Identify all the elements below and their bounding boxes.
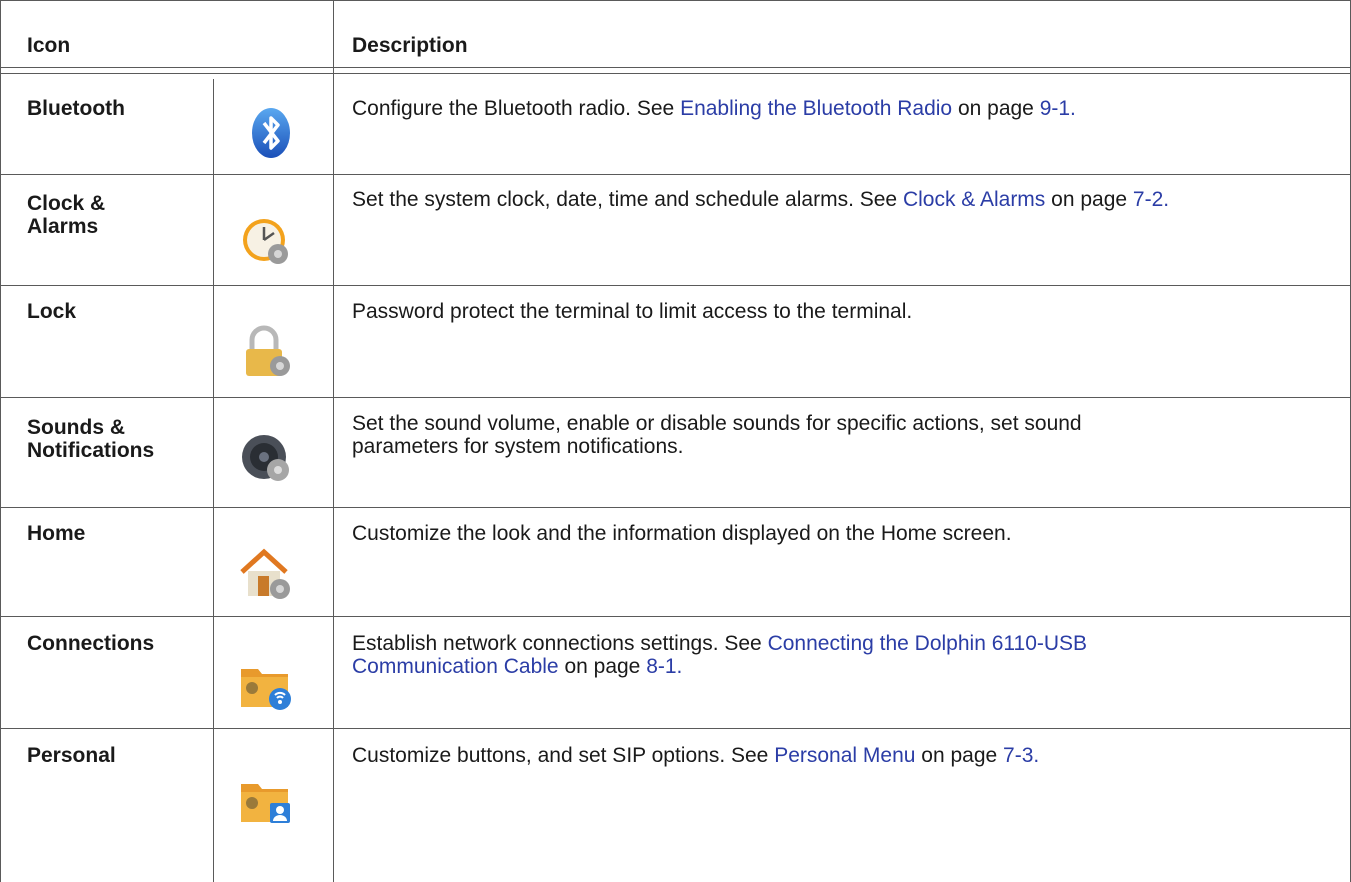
link-enabling-bluetooth-radio[interactable]: Enabling the Bluetooth Radio: [680, 97, 952, 120]
link-communication-cable[interactable]: Communication Cable: [352, 655, 559, 678]
header-rule-double: [0, 73, 1351, 74]
row-desc-lock: Password protect the terminal to limit a…: [352, 300, 913, 323]
column-divider: [333, 0, 334, 882]
row-name-clock-alarms: Clock & Alarms: [27, 192, 106, 238]
home-icon: [236, 544, 294, 602]
personal-folder-icon: [236, 770, 294, 828]
link-page-8-1[interactable]: 8-1.: [646, 655, 682, 678]
row-name-lock: Lock: [27, 300, 77, 323]
row-desc-personal: Customize buttons, and set SIP options. …: [352, 744, 1040, 767]
row-desc-home: Customize the look and the information d…: [352, 522, 1012, 545]
lock-icon: [236, 322, 294, 380]
table-top-border: [0, 0, 1351, 1]
row-divider: [0, 728, 1351, 729]
row-divider: [0, 285, 1351, 286]
header-rule: [0, 67, 1351, 68]
row-name-home: Home: [27, 522, 86, 545]
row-name-sounds-notifications: Sounds & Notifications: [27, 416, 155, 462]
link-page-9-1[interactable]: 9-1.: [1040, 97, 1076, 120]
header-icon: Icon: [27, 34, 71, 57]
row-name-bluetooth: Bluetooth: [27, 97, 125, 120]
link-page-7-2[interactable]: 7-2.: [1133, 188, 1169, 211]
bluetooth-icon: [242, 104, 300, 162]
sounds-notifications-icon: [236, 428, 294, 486]
connections-folder-icon: [236, 655, 294, 713]
row-divider: [0, 397, 1351, 398]
row-name-connections: Connections: [27, 632, 155, 655]
link-clock-alarms[interactable]: Clock & Alarms: [903, 188, 1045, 211]
row-desc-sounds-notifications: Set the sound volume, enable or disable …: [352, 412, 1082, 458]
row-desc-connections: Establish network connections settings. …: [352, 632, 1088, 678]
link-page-7-3[interactable]: 7-3.: [1003, 744, 1039, 767]
link-personal-menu[interactable]: Personal Menu: [774, 744, 915, 767]
link-connecting-dolphin-cable[interactable]: Connecting the Dolphin 6110-USB: [768, 632, 1087, 655]
clock-alarms-icon: [236, 211, 294, 269]
row-divider: [0, 174, 1351, 175]
row-divider: [0, 616, 1351, 617]
row-name-personal: Personal: [27, 744, 116, 767]
row-divider: [0, 507, 1351, 508]
row-desc-clock-alarms: Set the system clock, date, time and sch…: [352, 188, 1170, 211]
header-description: Description: [352, 34, 468, 57]
icon-column-divider: [213, 79, 214, 882]
table-left-border: [0, 0, 1, 882]
row-desc-bluetooth: Configure the Bluetooth radio. See Enabl…: [352, 97, 1076, 120]
